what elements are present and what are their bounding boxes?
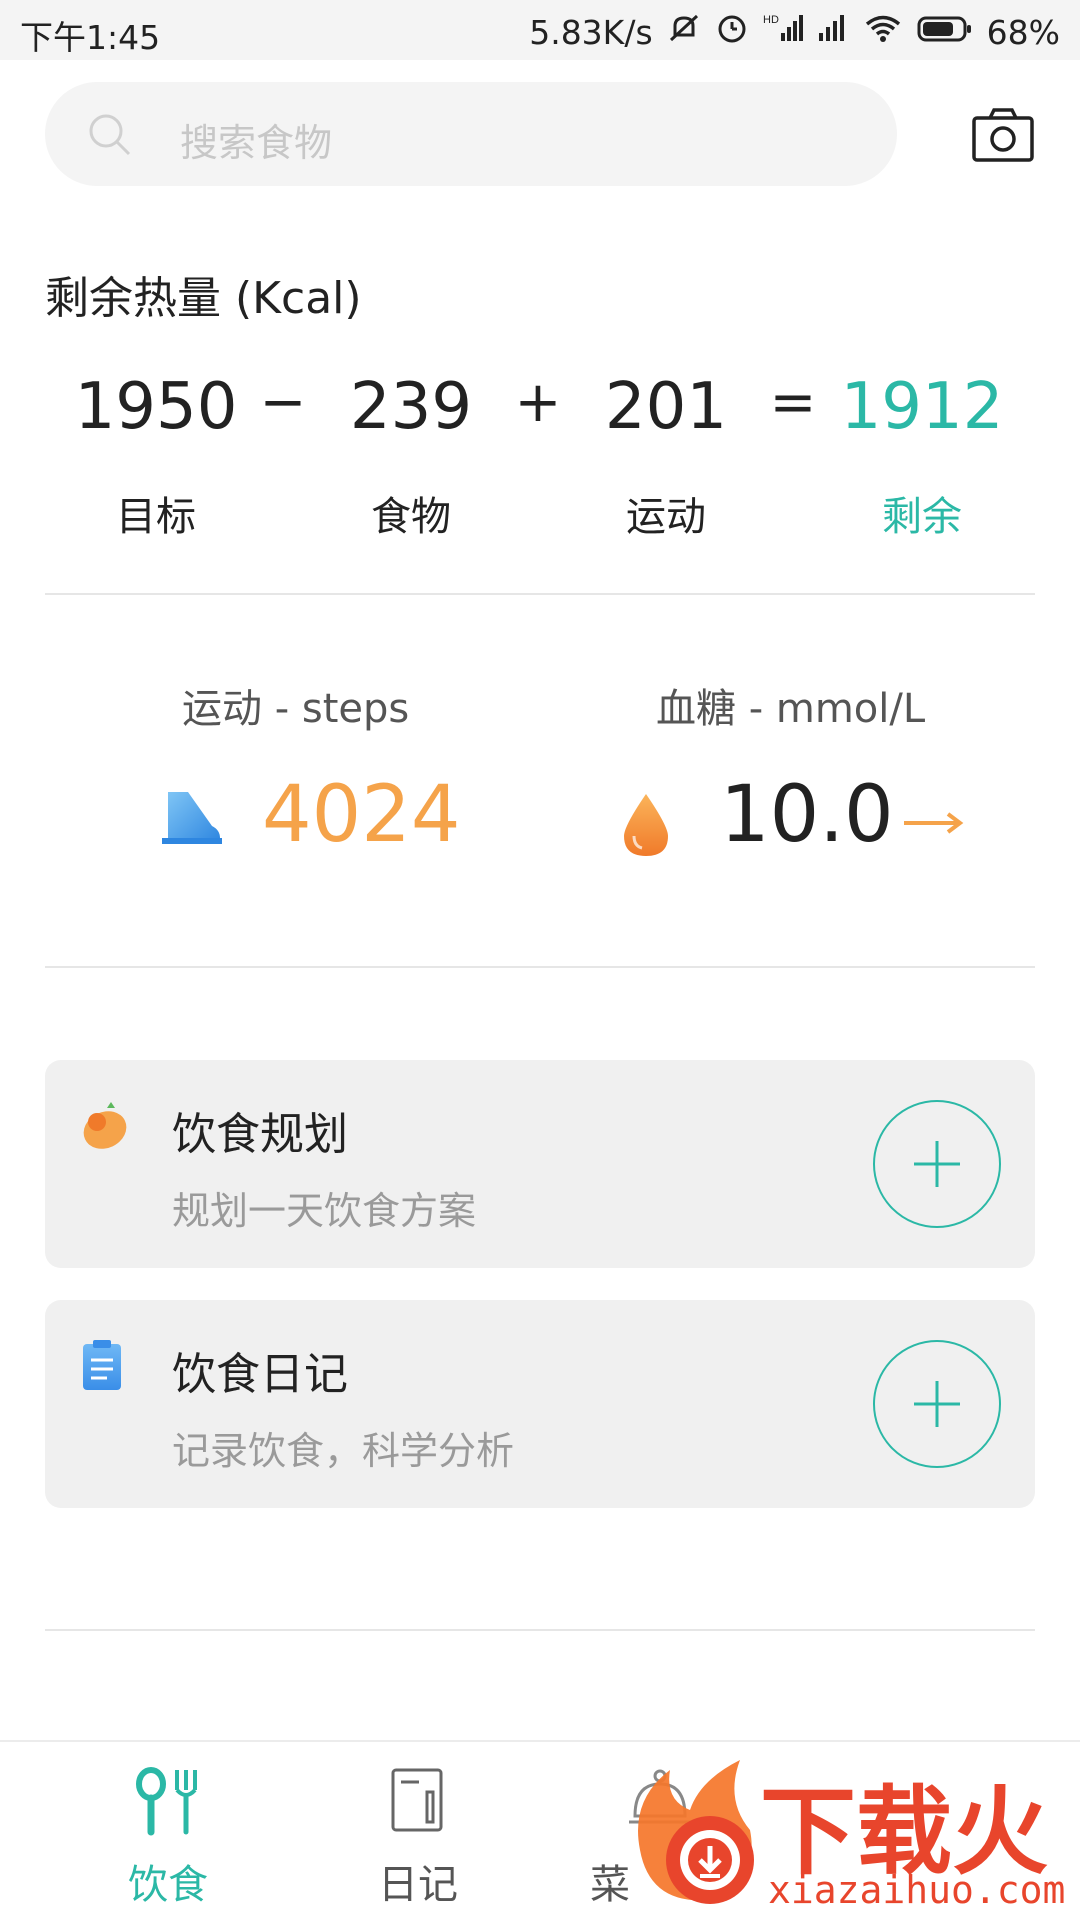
exercise-value: 201: [604, 370, 728, 444]
exercise-label: 运动: [626, 494, 706, 540]
tab-label: 饮食: [128, 1862, 208, 1908]
wifi-icon: [863, 11, 903, 53]
watermark-domain: xiazaihuo.com: [768, 1868, 1066, 1912]
card-subtitle: 规划一天饮食方案: [172, 1189, 477, 1233]
shoe-icon: [160, 788, 224, 852]
status-right: 5.83K/s HD 68%: [529, 11, 1060, 53]
divider: [45, 1629, 1035, 1631]
card-title: 饮食规划: [172, 1109, 348, 1160]
battery-icon: [917, 13, 973, 52]
network-speed: 5.83K/s: [529, 12, 653, 52]
divider: [45, 593, 1035, 595]
card-title: 饮食日记: [172, 1349, 348, 1400]
diet-plan-card[interactable]: 饮食规划 规划一天饮食方案: [45, 1060, 1035, 1268]
arrow-right-icon: [902, 808, 966, 842]
camera-icon[interactable]: [972, 106, 1036, 168]
remaining-label: 剩余: [882, 494, 962, 540]
diet-diary-card[interactable]: 饮食日记 记录饮食，科学分析: [45, 1300, 1035, 1508]
add-diet-diary-button[interactable]: [873, 1340, 1001, 1468]
notebook-icon: [383, 1766, 453, 1836]
svg-text:HD: HD: [763, 14, 779, 26]
plus-operator: +: [514, 370, 562, 435]
utensils-icon: [133, 1766, 203, 1836]
food-label: 食物: [371, 494, 451, 540]
divider: [45, 966, 1035, 968]
add-diet-plan-button[interactable]: [873, 1100, 1001, 1228]
glucose-metric[interactable]: 10.0: [620, 770, 990, 880]
plus-icon: [914, 1141, 960, 1187]
search-icon: [87, 112, 133, 162]
battery-percent: 68%: [986, 12, 1060, 52]
goal-value: 1950: [74, 370, 238, 444]
watermark: 下载火 xiazaihuo.com: [630, 1740, 1080, 1920]
clipboard-icon: [77, 1338, 127, 1398]
glucose-value: 10.0: [720, 770, 894, 860]
steps-label: 运动 - steps: [182, 686, 410, 732]
plus-icon: [914, 1381, 960, 1427]
steps-value: 4024: [262, 770, 461, 860]
tab-diet[interactable]: 饮食: [48, 1742, 288, 1922]
calories-title: 剩余热量 (Kcal): [45, 273, 362, 324]
steps-metric[interactable]: 4024: [150, 770, 500, 880]
food-value: 239: [349, 370, 473, 444]
equals-operator: =: [769, 370, 817, 435]
calorie-equation: 1950 − 239 + 201 = 1912: [0, 370, 1080, 460]
search-placeholder: 搜索食物: [180, 121, 333, 165]
food-plan-icon: [77, 1098, 133, 1158]
status-bar: 下午1:45 5.83K/s HD 68%: [0, 0, 1080, 60]
drop-icon: [620, 792, 672, 862]
hd-signal-icon: HD: [763, 11, 803, 53]
minus-operator: −: [259, 370, 307, 435]
glucose-label: 血糖 - mmol/L: [656, 686, 926, 732]
remaining-value: 1912: [840, 370, 1004, 444]
goal-label: 目标: [116, 494, 196, 540]
mute-icon: [667, 11, 701, 53]
alarm-icon: [715, 11, 749, 53]
signal-icon: [817, 11, 849, 53]
status-time: 下午1:45: [20, 18, 161, 57]
search-bar[interactable]: 搜索食物: [45, 82, 897, 186]
card-subtitle: 记录饮食，科学分析: [172, 1429, 515, 1473]
